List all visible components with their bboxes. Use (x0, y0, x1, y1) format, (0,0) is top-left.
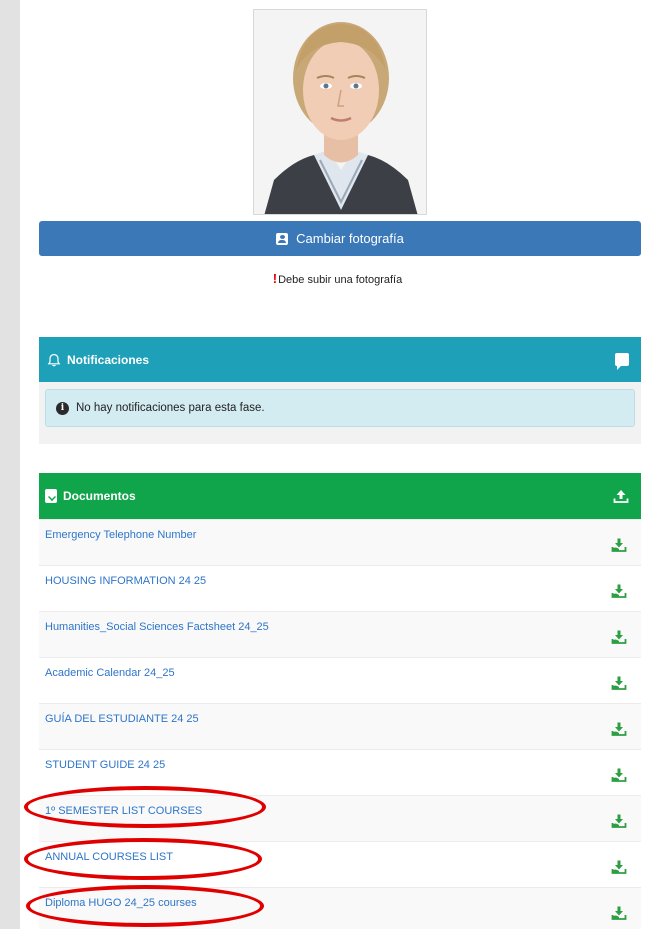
document-link[interactable]: GUÍA DEL ESTUDIANTE 24 25 (45, 713, 199, 725)
document-link[interactable]: ANNUAL COURSES LIST (45, 851, 173, 863)
document-row: 1º SEMESTER LIST COURSES (39, 795, 641, 841)
document-row: Diploma HUGO 24_25 courses (39, 887, 641, 929)
document-link[interactable]: Academic Calendar 24_25 (45, 667, 175, 679)
photo-warning-text: Debe subir una fotografía (278, 274, 403, 286)
document-link[interactable]: 1º SEMESTER LIST COURSES (45, 805, 202, 817)
profile-panel: Cambiar fotografía !Debe subir una fotog… (20, 0, 655, 929)
download-icon[interactable] (611, 537, 627, 553)
document-row: Academic Calendar 24_25 (39, 657, 641, 703)
file-download-icon (45, 489, 57, 503)
document-link[interactable]: Humanities_Social Sciences Factsheet 24_… (45, 621, 269, 633)
document-row: Humanities_Social Sciences Factsheet 24_… (39, 611, 641, 657)
download-icon[interactable] (611, 905, 627, 921)
document-link[interactable]: HOUSING INFORMATION 24 25 (45, 575, 206, 587)
upload-icon[interactable] (613, 488, 629, 504)
document-link[interactable]: Emergency Telephone Number (45, 529, 196, 541)
document-row: Emergency Telephone Number (39, 519, 641, 565)
download-icon[interactable] (611, 859, 627, 875)
documents-title: Documentos (63, 489, 136, 503)
document-link[interactable]: STUDENT GUIDE 24 25 (45, 759, 165, 771)
documents-list: Emergency Telephone Number HOUSING INFOR… (39, 519, 641, 929)
photo-warning: !Debe subir una fotografía (20, 271, 655, 286)
user-card-icon (276, 232, 289, 245)
bell-icon (47, 353, 61, 366)
download-icon[interactable] (611, 721, 627, 737)
notifications-header: Notificaciones (39, 337, 641, 382)
notifications-empty-alert: i No hay notificaciones para esta fase. (45, 389, 635, 427)
document-row: STUDENT GUIDE 24 25 (39, 749, 641, 795)
document-row: HOUSING INFORMATION 24 25 (39, 565, 641, 611)
download-icon[interactable] (611, 813, 627, 829)
change-photo-button[interactable]: Cambiar fotografía (39, 221, 641, 256)
documents-header: Documentos (39, 473, 641, 519)
notifications-panel: Notificaciones i No hay notificaciones p… (39, 337, 641, 444)
download-icon[interactable] (611, 583, 627, 599)
documents-panel: Documentos Emergency Telephone Number HO… (39, 473, 641, 929)
warning-mark: ! (272, 271, 278, 286)
notifications-title: Notificaciones (67, 352, 150, 367)
info-icon: i (56, 401, 69, 415)
document-row: ANNUAL COURSES LIST (39, 841, 641, 887)
change-photo-label: Cambiar fotografía (296, 231, 404, 246)
document-row: GUÍA DEL ESTUDIANTE 24 25 (39, 703, 641, 749)
download-icon[interactable] (611, 675, 627, 691)
download-icon[interactable] (611, 629, 627, 645)
notifications-empty-text: No hay notificaciones para esta fase. (76, 402, 265, 414)
document-link[interactable]: Diploma HUGO 24_25 courses (45, 897, 197, 909)
download-icon[interactable] (611, 767, 627, 783)
profile-photo (253, 9, 427, 215)
chat-icon[interactable] (615, 353, 629, 370)
